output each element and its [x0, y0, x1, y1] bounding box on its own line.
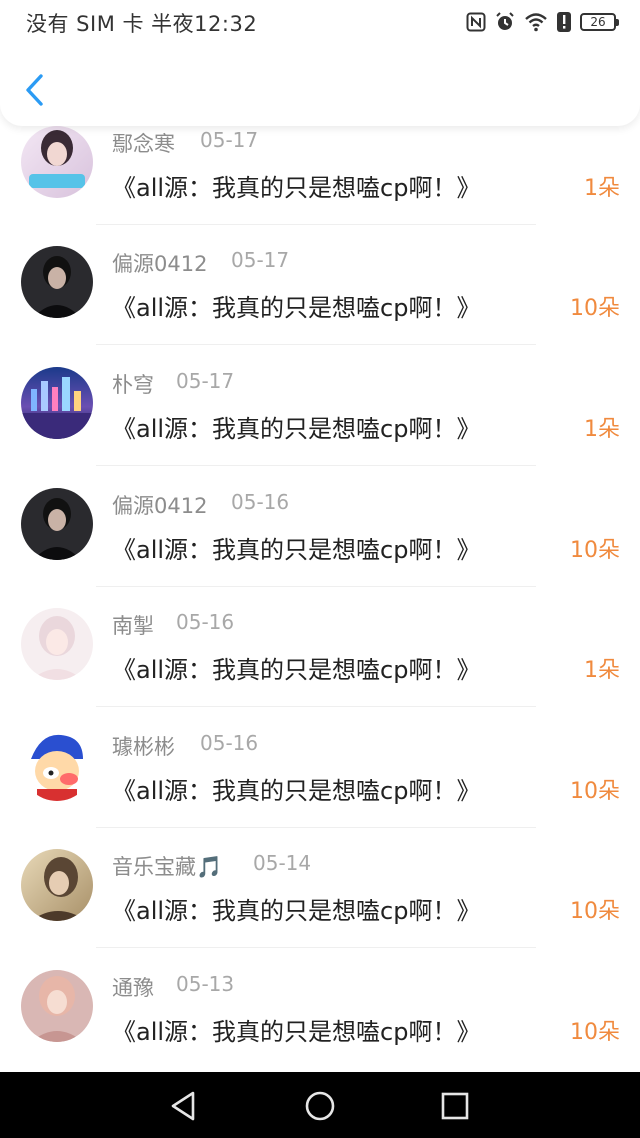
- status-icons: 26: [466, 10, 619, 34]
- gift-record-row[interactable]: 偏源0412 05-17 《all源：我真的只是想嗑cp啊！》 10朵: [0, 246, 640, 366]
- gift-record-list[interactable]: 鄢念寒 05-17 《all源：我真的只是想嗑cp啊！》 1朵 偏源0412 0…: [0, 0, 640, 1072]
- gift-amount: 10朵: [570, 538, 620, 563]
- sender-name: 朴穹: [112, 373, 154, 397]
- back-button[interactable]: [16, 70, 52, 110]
- book-title[interactable]: 《all源：我真的只是想嗑cp啊！》: [112, 530, 480, 565]
- avatar[interactable]: [21, 608, 93, 680]
- divider: [96, 224, 536, 225]
- book-title[interactable]: 《all源：我真的只是想嗑cp啊！》: [112, 771, 480, 806]
- sender-name: 鄢念寒: [112, 132, 175, 156]
- gift-record-row[interactable]: 南掣 05-16 《all源：我真的只是想嗑cp啊！》 1朵: [0, 608, 640, 728]
- gift-record-row[interactable]: 鄢念寒 05-17 《all源：我真的只是想嗑cp啊！》 1朵: [0, 126, 640, 246]
- gift-record-row[interactable]: 通豫 05-13 《all源：我真的只是想嗑cp啊！》 10朵: [0, 970, 640, 1072]
- divider: [96, 586, 536, 587]
- gift-amount: 10朵: [570, 1020, 620, 1045]
- gift-record-row[interactable]: 偏源0412 05-16 《all源：我真的只是想嗑cp啊！》 10朵: [0, 488, 640, 608]
- alarm-icon: [494, 10, 516, 34]
- status-text: 没有 SIM 卡 半夜12:32: [26, 12, 258, 36]
- home-circle-icon: [305, 1091, 335, 1121]
- book-title[interactable]: 《all源：我真的只是想嗑cp啊！》: [112, 891, 480, 926]
- avatar[interactable]: [21, 246, 93, 318]
- gift-amount: 1朵: [584, 658, 620, 683]
- divider: [96, 706, 536, 707]
- nav-back-button[interactable]: [165, 1088, 201, 1124]
- wifi-icon: [524, 10, 548, 34]
- gift-date: 05-17: [231, 248, 290, 272]
- avatar[interactable]: [21, 488, 93, 560]
- gift-date: 05-16: [200, 731, 259, 755]
- avatar[interactable]: [21, 729, 93, 801]
- gift-record-row[interactable]: 璩彬彬 05-16 《all源：我真的只是想嗑cp啊！》 10朵: [0, 729, 640, 849]
- back-triangle-icon: [171, 1091, 195, 1121]
- avatar[interactable]: [21, 849, 93, 921]
- status-bar: 没有 SIM 卡 半夜12:32 26: [0, 0, 640, 44]
- gift-date: 05-16: [176, 610, 235, 634]
- book-title[interactable]: 《all源：我真的只是想嗑cp啊！》: [112, 650, 480, 685]
- divider: [96, 947, 536, 948]
- sender-name: 南掣: [112, 614, 154, 638]
- avatar[interactable]: [21, 970, 93, 1042]
- gift-amount: 10朵: [570, 779, 620, 804]
- sender-name: 音乐宝藏🎵: [112, 855, 223, 879]
- gift-amount: 10朵: [570, 899, 620, 924]
- nav-home-button[interactable]: [302, 1088, 338, 1124]
- navigation-bar: [0, 1072, 640, 1138]
- divider: [96, 344, 536, 345]
- header: [0, 44, 640, 126]
- gift-amount: 1朵: [584, 417, 620, 442]
- gift-date: 05-14: [253, 851, 312, 875]
- book-title[interactable]: 《all源：我真的只是想嗑cp啊！》: [112, 409, 480, 444]
- gift-record-row[interactable]: 朴穹 05-17 《all源：我真的只是想嗑cp啊！》 1朵: [0, 367, 640, 487]
- gift-date: 05-17: [200, 128, 259, 152]
- avatar[interactable]: [21, 367, 93, 439]
- sender-name: 通豫: [112, 976, 154, 1000]
- avatar[interactable]: [21, 126, 93, 198]
- sender-name: 偏源0412: [112, 494, 208, 518]
- gift-amount: 10朵: [570, 296, 620, 321]
- divider: [96, 827, 536, 828]
- gift-amount: 1朵: [584, 176, 620, 201]
- nfc-icon: [466, 10, 486, 34]
- divider: [96, 465, 536, 466]
- sender-name: 璩彬彬: [112, 735, 175, 759]
- chevron-left-icon: [26, 74, 43, 106]
- gift-date: 05-16: [231, 490, 290, 514]
- book-title[interactable]: 《all源：我真的只是想嗑cp啊！》: [112, 1012, 480, 1047]
- gift-date: 05-17: [176, 369, 235, 393]
- sender-name: 偏源0412: [112, 252, 208, 276]
- book-title[interactable]: 《all源：我真的只是想嗑cp啊！》: [112, 168, 480, 203]
- nav-recents-button[interactable]: [437, 1088, 473, 1124]
- recents-square-icon: [441, 1092, 469, 1120]
- gift-record-row[interactable]: 音乐宝藏🎵 05-14 《all源：我真的只是想嗑cp啊！》 10朵: [0, 849, 640, 969]
- alert-icon: [556, 10, 572, 34]
- battery-icon: 26: [580, 13, 619, 31]
- book-title[interactable]: 《all源：我真的只是想嗑cp啊！》: [112, 288, 480, 323]
- gift-date: 05-13: [176, 972, 235, 996]
